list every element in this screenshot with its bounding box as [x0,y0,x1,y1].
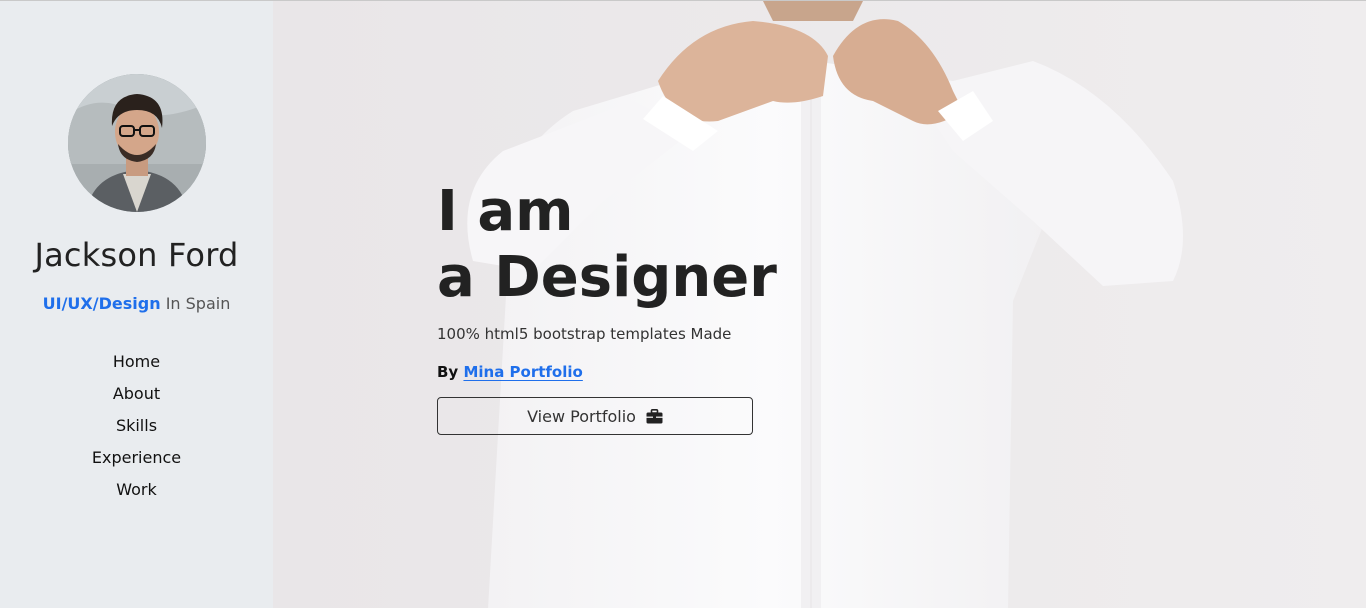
page: Jackson Ford UI/UX/Design In Spain Home … [0,0,1366,608]
nav-item-home[interactable]: Home [113,346,160,378]
nav-item-skills[interactable]: Skills [116,410,157,442]
byline-label: By [437,363,459,381]
hero-byline: By Mina Portfolio [437,363,777,381]
hero-headline-line1: I am [437,179,574,244]
hero-subtitle: 100% html5 bootstrap templates Made [437,325,732,343]
profile-tagline: UI/UX/Design In Spain [43,294,231,313]
nav-item-experience[interactable]: Experience [92,442,181,474]
nav-item-work[interactable]: Work [116,474,157,506]
view-portfolio-label: View Portfolio [527,406,636,426]
view-portfolio-button[interactable]: View Portfolio [437,397,753,435]
byline-link[interactable]: Mina Portfolio [463,363,582,381]
sidebar-nav: Home About Skills Experience Work [92,346,181,506]
hero-section: I am a Designer 100% html5 bootstrap tem… [273,1,1366,608]
hero-content: I am a Designer 100% html5 bootstrap tem… [437,179,777,435]
profile-role: UI/UX/Design [42,294,161,313]
profile-name: Jackson Ford [34,236,239,274]
nav-item-about[interactable]: About [113,378,160,410]
briefcase-icon [646,408,663,424]
hero-headline: I am a Designer [437,179,777,311]
sidebar: Jackson Ford UI/UX/Design In Spain Home … [0,1,273,608]
avatar [67,74,206,212]
profile-location: In Spain [165,294,231,313]
hero-headline-line2: a Designer [437,245,777,310]
